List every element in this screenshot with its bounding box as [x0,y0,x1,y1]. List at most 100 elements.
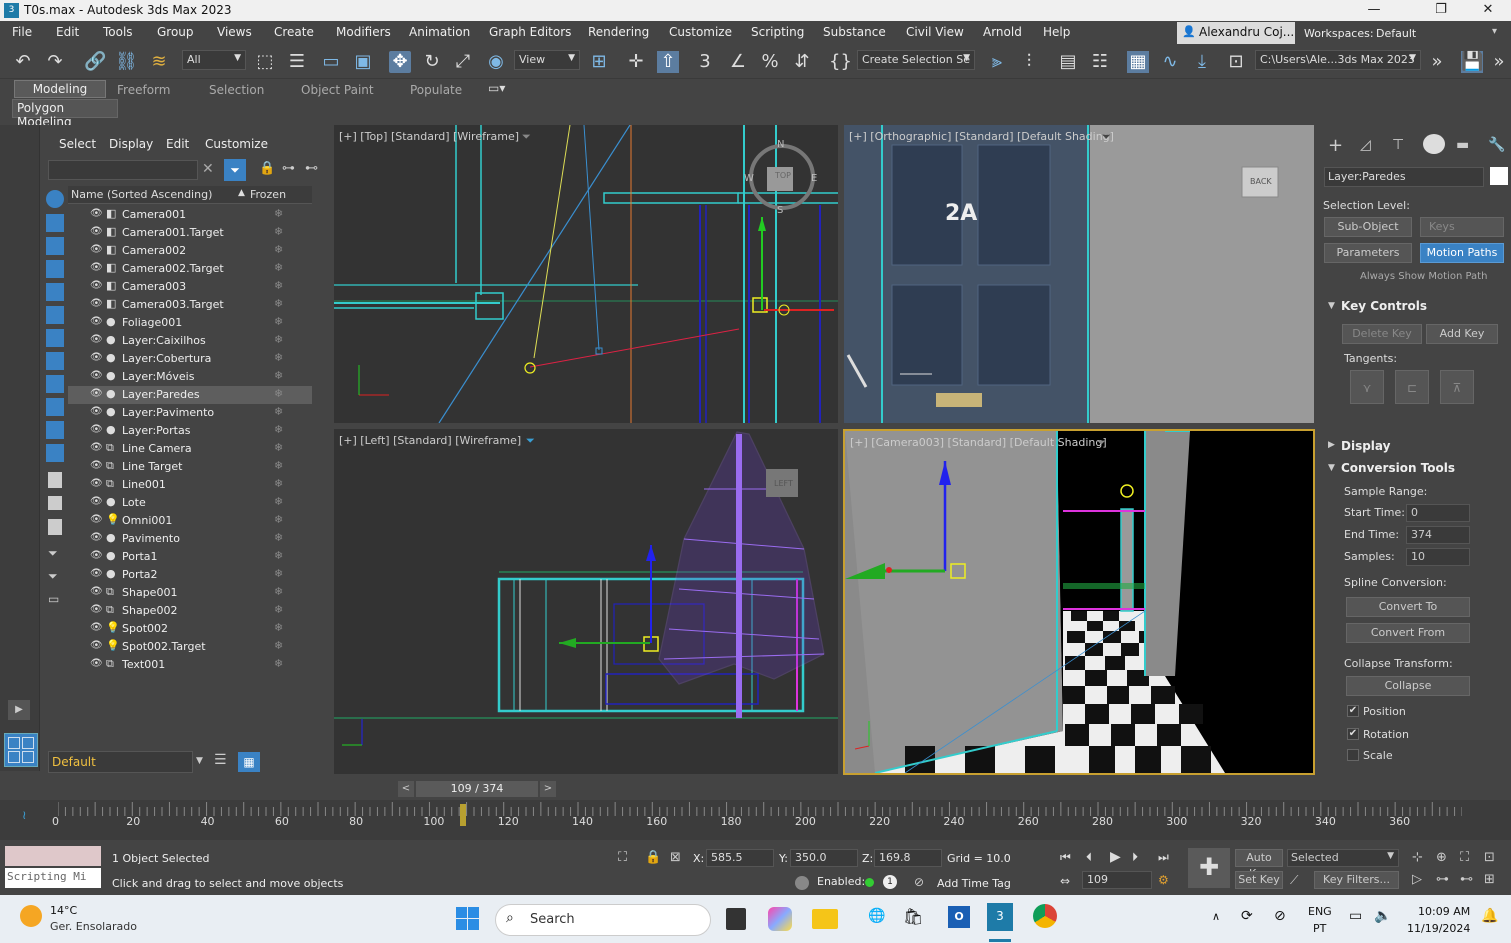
maximize-viewport-icon[interactable]: ⊞ [1484,872,1495,887]
menu-customize[interactable]: Customize [669,25,732,39]
undo-icon[interactable]: ↶ [12,51,34,73]
freeze-toggle-icon[interactable]: ❄ [274,405,283,418]
current-frame-marker[interactable] [459,804,466,826]
next-frame-button[interactable]: > [540,781,556,797]
enabled-indicator[interactable] [865,878,874,887]
taskbar-search-box[interactable]: ⌕ Search [495,904,711,936]
always-show-label[interactable]: Always Show Motion Path [1360,271,1487,282]
next-frame-icon[interactable]: ⏵ [1132,850,1138,865]
funnel-filter-icon[interactable]: ⏷ [48,569,58,584]
freeze-toggle-icon[interactable]: ❄ [274,441,283,454]
z-coordinate[interactable]: 169.8 [874,849,942,867]
tab-populate[interactable]: Populate [410,83,462,97]
filter-icon[interactable]: ⏷ [224,159,246,181]
display-icon[interactable]: ▭ [1349,908,1362,924]
modify-tab-icon[interactable]: ◿ [1360,137,1371,153]
freeze-toggle-icon[interactable]: ❄ [274,243,283,256]
freeze-toggle-icon[interactable]: ❄ [274,549,283,562]
folder-icon[interactable]: ▭ [48,592,59,606]
list-item[interactable]: 👁 ● Layer:Portas ❄ [68,422,312,440]
selection-lock-icon[interactable]: 🔒 [645,850,661,865]
delete-key-button[interactable]: Delete Key [1342,324,1422,344]
display-hidden-icon[interactable] [46,444,64,462]
field-of-view-icon[interactable]: ⊡ [1484,850,1495,865]
list-item[interactable]: 👁 ● Layer:Cobertura ❄ [68,350,312,368]
language[interactable]: ENG [1308,905,1332,918]
select-manipulate-icon[interactable]: ✛ [625,51,647,73]
walk-through-icon[interactable]: ⊷ [1460,872,1473,887]
list-item[interactable]: 👁 ⧉ Shape002 ❄ [68,602,312,620]
scale-checkbox[interactable] [1347,749,1359,761]
select-by-name-icon[interactable]: ☰ [286,51,308,73]
list-item[interactable]: 👁 ◧ Camera002.Target ❄ [68,260,312,278]
overflow-right-icon[interactable]: » [1488,51,1510,73]
minimize-button[interactable]: — [1351,0,1397,21]
select-place-icon[interactable]: ◉ [485,51,507,73]
visibility-eye-icon[interactable]: 👁 [90,352,103,363]
rotation-checkbox[interactable]: ✔ [1347,728,1359,740]
viewport-ortho-label[interactable]: [+] [Orthographic] [Standard] [Default S… [849,130,1114,143]
time-slider[interactable]: 109 / 374 [416,781,538,797]
rollout-collapse-icon[interactable]: ▼ [1328,463,1335,473]
position-checkbox[interactable]: ✔ [1347,705,1359,717]
select-rotate-icon[interactable]: ↻ [421,51,443,73]
key-mode-icon[interactable]: ⇔ [1060,874,1070,888]
set-key-button[interactable]: Set Key [1235,871,1283,889]
explorer-menu-customize[interactable]: Customize [205,137,268,151]
freeze-toggle-icon[interactable]: ❄ [274,531,283,544]
unlink-icon[interactable]: ⛓ [115,51,138,73]
outlook-icon[interactable]: O [948,906,970,928]
menu-rendering[interactable]: Rendering [588,25,649,39]
3dsmax-taskbar-icon[interactable]: 3 [987,903,1013,931]
display-lights-icon[interactable] [46,237,64,255]
clock-date[interactable]: 11/19/2024 [1407,922,1470,935]
menu-help[interactable]: Help [1043,25,1070,39]
curve-editor-icon[interactable]: ∿ [1159,51,1181,73]
redo-icon[interactable]: ↷ [44,51,66,73]
time-tag-icon[interactable]: ⊘ [914,875,924,889]
track-bar[interactable]: ≀ 0 20 40 60 80 100 120 140 160 180 200 220 240 260 28… [0,800,1511,840]
menu-edit[interactable]: Edit [56,25,79,39]
freeze-toggle-icon[interactable]: ❄ [274,603,283,616]
selection-filter-dropdown[interactable]: All ▼ [182,50,246,70]
spinner-snap-icon[interactable]: ⇵ [791,51,813,73]
snaps-toggle-icon[interactable]: 3 [694,51,716,73]
workspace-selector[interactable]: Workspaces: Default ▾ [1300,22,1511,44]
visibility-eye-icon[interactable]: 👁 [90,424,103,435]
menu-civil-view[interactable]: Civil View [906,25,964,39]
list-item[interactable]: 👁 💡 Spot002.Target ❄ [68,638,312,656]
visibility-eye-icon[interactable]: 👁 [90,244,103,255]
visibility-eye-icon[interactable]: 👁 [90,406,103,417]
file-explorer-icon[interactable] [812,909,838,929]
show-hidden-icons[interactable]: ∧ [1212,910,1220,923]
zoom-extents-icon[interactable]: ⊹ [1412,850,1423,865]
select-object-icon[interactable]: ⬚ [254,51,276,73]
visibility-eye-icon[interactable]: 👁 [90,550,103,561]
menu-group[interactable]: Group [157,25,194,39]
chevron-down-icon[interactable]: ▼ [196,756,203,766]
visibility-eye-icon[interactable]: 👁 [90,262,103,273]
isolate-selection-icon[interactable]: ⛶ [618,850,627,865]
curve-editor-mini-icon[interactable]: ≀ [22,808,27,822]
visibility-eye-icon[interactable]: 👁 [90,496,103,507]
x-coordinate[interactable]: 585.5 [706,849,774,867]
funnel-icon[interactable]: ⏷ [522,130,531,144]
tangent-in-icon[interactable]: ⋎ [1350,370,1384,404]
menu-substance[interactable]: Substance [823,25,886,39]
funnel-icon[interactable]: ⏷ [48,546,58,561]
list-item[interactable]: 👁 ● Porta2 ❄ [68,566,312,584]
display-shapes-icon[interactable] [46,214,64,232]
language-layout[interactable]: PT [1313,922,1326,935]
copilot-icon[interactable] [768,907,792,931]
explorer-search-input[interactable] [48,160,198,180]
funnel-icon[interactable]: ⏷ [526,434,535,448]
adaptive-degradation-icon[interactable] [795,876,809,890]
close-button[interactable]: ✕ [1465,0,1511,21]
viewport-top-label[interactable]: [+] [Top] [Standard] [Wireframe] [339,130,519,143]
hierarchy-tab-icon[interactable]: ⊤ [1392,137,1404,153]
play-icon[interactable]: ▶ [8,700,30,720]
add-key-button[interactable]: Add Key [1426,324,1498,344]
display-spacewarps-icon[interactable] [46,306,64,324]
layers-icon[interactable]: ☰ [214,752,236,772]
sub-object-button[interactable]: Sub-Object [1324,217,1412,237]
